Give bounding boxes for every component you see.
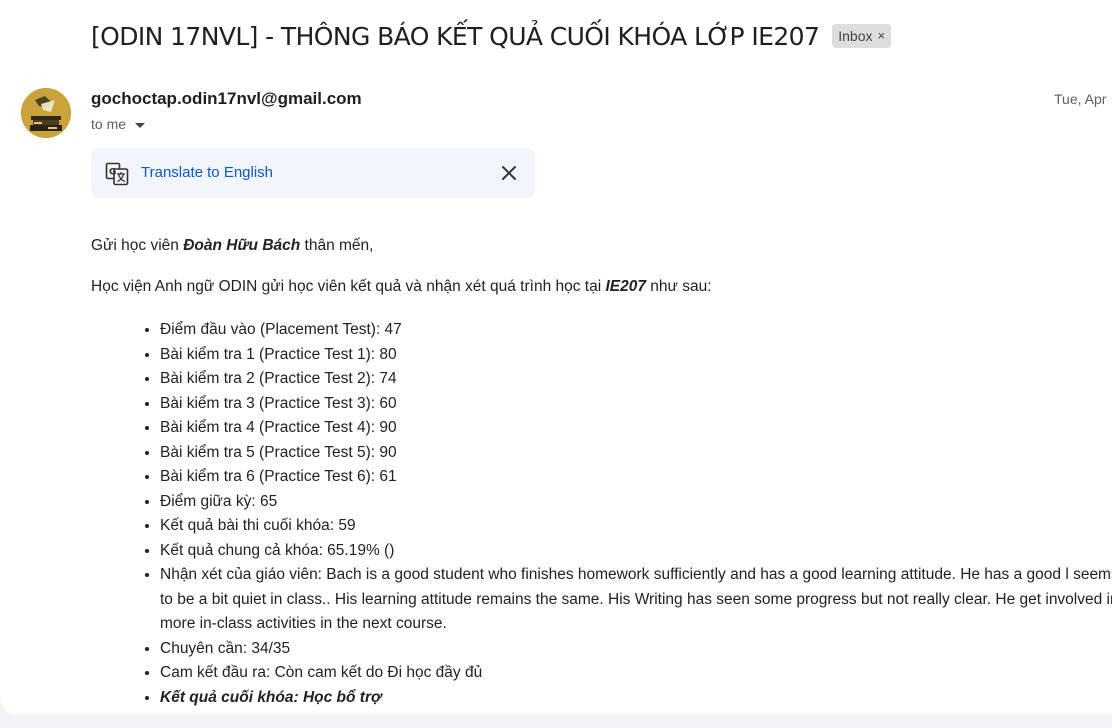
email-date: Tue, Apr (1054, 91, 1107, 107)
class-code: IE207 (605, 278, 646, 295)
teacher-comment: Nhận xét của giáo viên: Bach is a good s… (160, 563, 1112, 637)
svg-text:G: G (109, 168, 116, 178)
email-subject: [ODIN 17NVL] - THÔNG BÁO KẾT QUẢ CUỐI KH… (91, 21, 820, 51)
result-item: Kết quả chung cả khóa: 65.19% () (160, 539, 1112, 564)
recipient-details-toggle[interactable]: to me (91, 116, 146, 132)
greeting: Gửi học viên Đoàn Hữu Bách thân mến, (91, 236, 373, 256)
final-result: Kết quả cuối khóa: Học bổ trợ (160, 686, 1112, 711)
sender-email[interactable]: gochoctap.odin17nvl@gmail.com (91, 89, 362, 109)
result-item: Bài kiểm tra 1 (Practice Test 1): 80 (160, 343, 1112, 368)
greeting-text: Gửi học viên (91, 237, 184, 254)
result-item: Bài kiểm tra 5 (Practice Test 5): 90 (160, 441, 1112, 466)
close-icon[interactable] (498, 162, 520, 184)
result-item: Bài kiểm tra 3 (Practice Test 3): 60 (160, 392, 1112, 417)
translate-banner: G Translate to English (91, 148, 535, 198)
translate-icon: G (105, 162, 129, 186)
student-name: Đoàn Hữu Bách (183, 237, 301, 254)
intro-paragraph: Học viện Anh ngữ ODIN gửi học viên kết q… (91, 277, 712, 297)
translate-link[interactable]: Translate to English (141, 164, 273, 181)
attendance-item: Chuyên cần: 34/35 (160, 637, 1112, 662)
sender-avatar[interactable] (21, 88, 71, 138)
commitment-item: Cam kết đầu ra: Còn cam kết do Đi học đầ… (160, 661, 1112, 686)
result-item: Kết quả bài thi cuối khóa: 59 (160, 514, 1112, 539)
results-list: Điểm đầu vào (Placement Test): 47 Bài ki… (91, 318, 1112, 710)
intro-suffix: như sau: (645, 278, 712, 295)
greeting-suffix: thân mến, (300, 237, 374, 254)
result-item: Bài kiểm tra 4 (Practice Test 4): 90 (160, 416, 1112, 441)
recipient-label: to me (91, 116, 127, 132)
inbox-label-chip[interactable]: Inbox × (832, 24, 892, 48)
avatar-image (21, 88, 71, 138)
remove-label-icon[interactable]: × (878, 26, 886, 46)
result-item: Điểm đầu vào (Placement Test): 47 (160, 318, 1112, 343)
result-item: Điểm giữa kỳ: 65 (160, 490, 1112, 515)
email-subject-row: [ODIN 17NVL] - THÔNG BÁO KẾT QUẢ CUỐI KH… (91, 18, 892, 54)
inbox-label: Inbox (838, 28, 873, 44)
email-view: [ODIN 17NVL] - THÔNG BÁO KẾT QUẢ CUỐI KH… (0, 0, 1112, 714)
result-item: Bài kiểm tra 2 (Practice Test 2): 74 (160, 367, 1112, 392)
result-item: Bài kiểm tra 6 (Practice Test 6): 61 (160, 465, 1112, 490)
chevron-down-icon[interactable] (135, 122, 146, 128)
intro-text: Học viện Anh ngữ ODIN gửi học viên kết q… (91, 278, 606, 295)
